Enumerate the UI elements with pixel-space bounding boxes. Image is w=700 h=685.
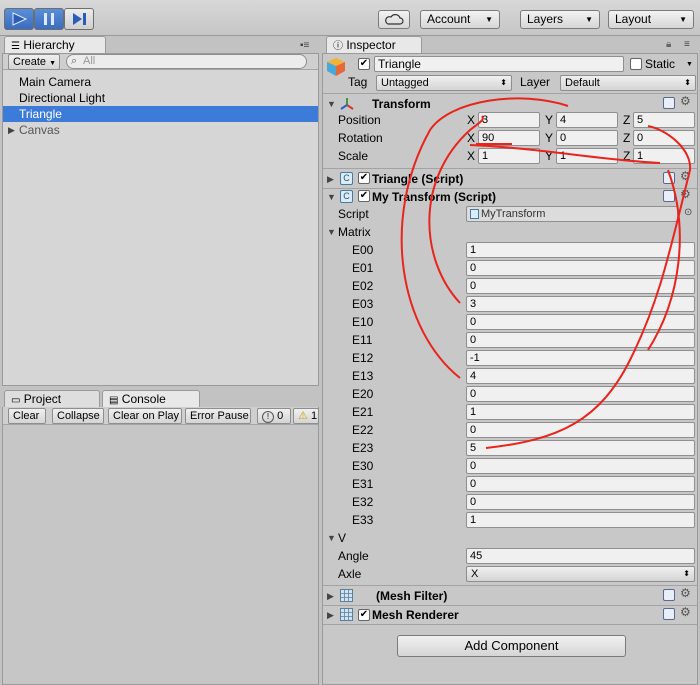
annotation-stroke [647,169,681,351]
annotation-stroke [469,144,661,164]
annotation-stroke [428,115,484,304]
annotation-overlay [400,97,692,449]
annotation-stroke [485,125,692,449]
annotation-stroke [400,97,569,379]
